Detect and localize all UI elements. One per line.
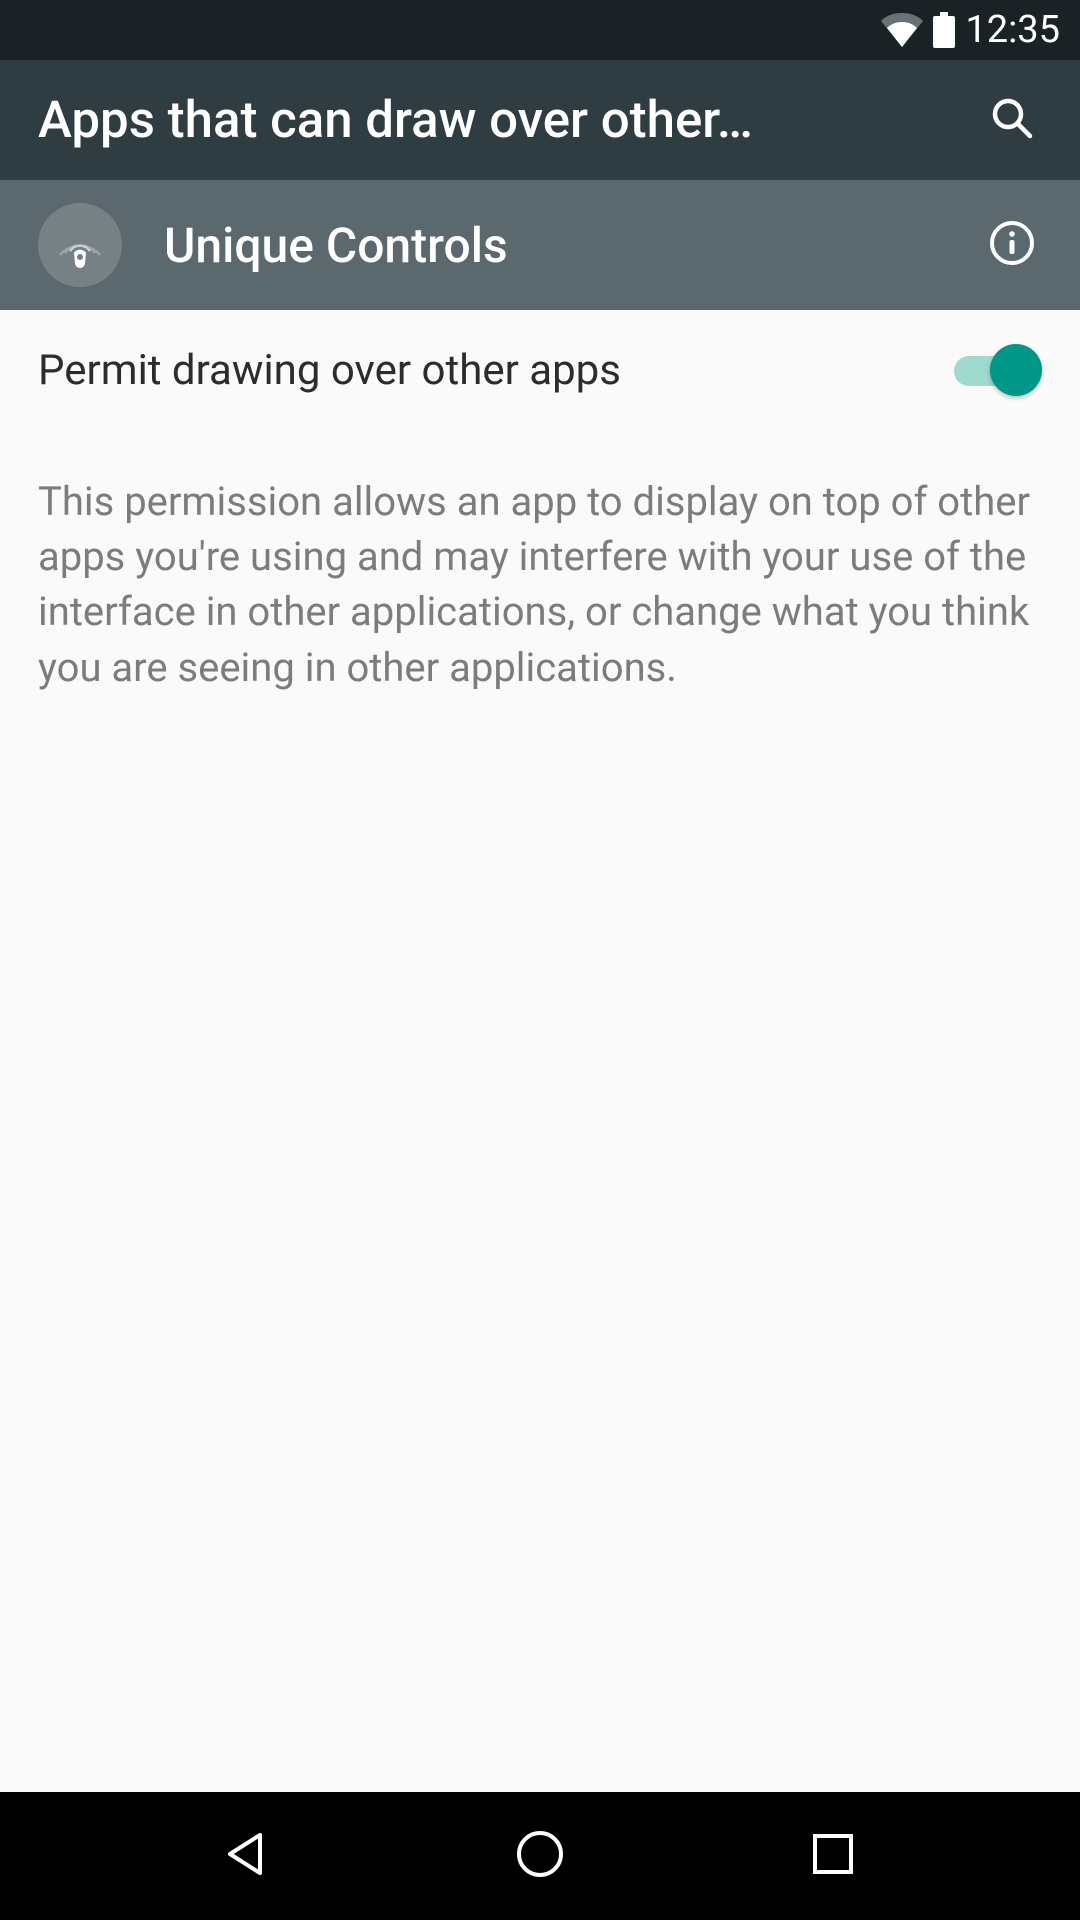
- info-icon: [989, 220, 1035, 270]
- status-bar: 12:35: [0, 0, 1080, 60]
- toggle-thumb: [990, 344, 1042, 396]
- info-button[interactable]: [982, 215, 1042, 275]
- search-icon: [988, 94, 1036, 146]
- status-time: 12:35: [965, 8, 1060, 52]
- permit-draw-label: Permit drawing over other apps: [38, 346, 950, 395]
- navigation-bar: [0, 1792, 1080, 1920]
- permission-description: This permission allows an app to display…: [0, 426, 1080, 695]
- app-header: Unique Controls: [0, 180, 1080, 310]
- content-area: Permit drawing over other apps This perm…: [0, 310, 1080, 695]
- back-icon: [224, 1831, 270, 1881]
- home-icon: [515, 1829, 565, 1883]
- app-bar: Apps that can draw over other…: [0, 60, 1080, 180]
- wifi-icon: [881, 13, 923, 47]
- battery-icon: [933, 12, 955, 48]
- home-button[interactable]: [480, 1816, 600, 1896]
- permit-draw-setting-row[interactable]: Permit drawing over other apps: [0, 310, 1080, 426]
- recents-button[interactable]: [773, 1816, 893, 1896]
- back-button[interactable]: [187, 1816, 307, 1896]
- app-icon: [38, 203, 122, 287]
- permit-draw-toggle[interactable]: [950, 344, 1042, 396]
- search-button[interactable]: [982, 90, 1042, 150]
- page-title: Apps that can draw over other…: [38, 91, 982, 150]
- app-name-label: Unique Controls: [164, 217, 982, 274]
- recents-icon: [812, 1833, 854, 1879]
